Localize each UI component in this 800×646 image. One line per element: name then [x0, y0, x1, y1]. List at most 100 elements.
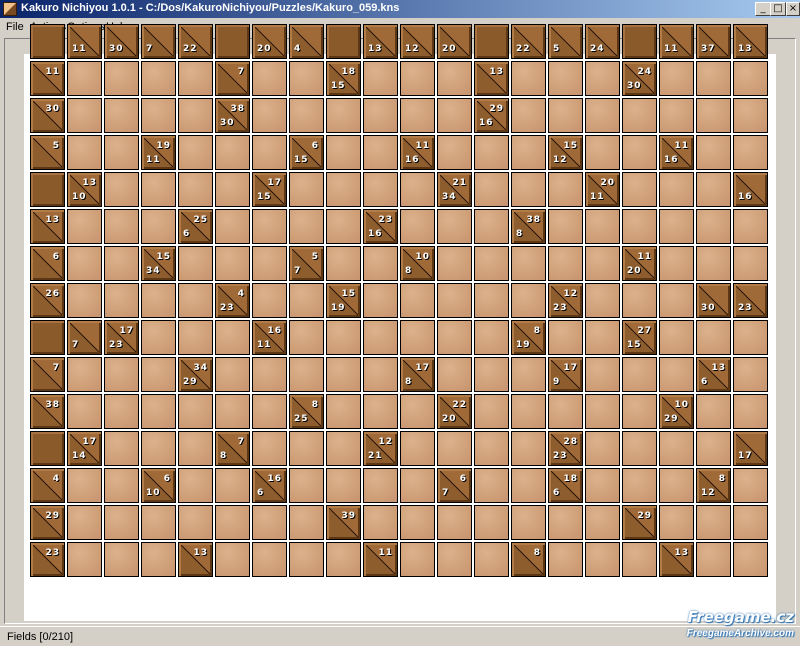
entry-cell[interactable]: [696, 431, 731, 466]
entry-cell[interactable]: [67, 61, 102, 96]
entry-cell[interactable]: [104, 98, 139, 133]
entry-cell[interactable]: [659, 468, 694, 503]
entry-cell[interactable]: [474, 172, 509, 207]
entry-cell[interactable]: [548, 505, 583, 540]
entry-cell[interactable]: [289, 172, 324, 207]
entry-cell[interactable]: [215, 320, 250, 355]
entry-cell[interactable]: [67, 283, 102, 318]
entry-cell[interactable]: [178, 98, 213, 133]
entry-cell[interactable]: [548, 98, 583, 133]
entry-cell[interactable]: [141, 61, 176, 96]
entry-cell[interactable]: [622, 98, 657, 133]
entry-cell[interactable]: [696, 172, 731, 207]
entry-cell[interactable]: [511, 61, 546, 96]
entry-cell[interactable]: [622, 172, 657, 207]
entry-cell[interactable]: [696, 209, 731, 244]
entry-cell[interactable]: [141, 320, 176, 355]
entry-cell[interactable]: [215, 357, 250, 392]
entry-cell[interactable]: [215, 394, 250, 429]
entry-cell[interactable]: [474, 505, 509, 540]
entry-cell[interactable]: [622, 357, 657, 392]
entry-cell[interactable]: [437, 135, 472, 170]
entry-cell[interactable]: [326, 209, 361, 244]
entry-cell[interactable]: [474, 135, 509, 170]
entry-cell[interactable]: [659, 98, 694, 133]
entry-cell[interactable]: [178, 283, 213, 318]
entry-cell[interactable]: [289, 468, 324, 503]
entry-cell[interactable]: [733, 246, 768, 281]
entry-cell[interactable]: [733, 209, 768, 244]
entry-cell[interactable]: [696, 135, 731, 170]
entry-cell[interactable]: [252, 135, 287, 170]
entry-cell[interactable]: [622, 135, 657, 170]
entry-cell[interactable]: [437, 283, 472, 318]
entry-cell[interactable]: [659, 209, 694, 244]
entry-cell[interactable]: [363, 172, 398, 207]
entry-cell[interactable]: [733, 61, 768, 96]
entry-cell[interactable]: [585, 468, 620, 503]
entry-cell[interactable]: [585, 542, 620, 577]
entry-cell[interactable]: [363, 468, 398, 503]
entry-cell[interactable]: [696, 61, 731, 96]
entry-cell[interactable]: [363, 320, 398, 355]
entry-cell[interactable]: [178, 468, 213, 503]
entry-cell[interactable]: [252, 431, 287, 466]
entry-cell[interactable]: [252, 542, 287, 577]
entry-cell[interactable]: [622, 431, 657, 466]
entry-cell[interactable]: [326, 394, 361, 429]
entry-cell[interactable]: [67, 505, 102, 540]
entry-cell[interactable]: [67, 246, 102, 281]
entry-cell[interactable]: [659, 283, 694, 318]
entry-cell[interactable]: [141, 357, 176, 392]
entry-cell[interactable]: [733, 98, 768, 133]
entry-cell[interactable]: [585, 246, 620, 281]
entry-cell[interactable]: [141, 505, 176, 540]
entry-cell[interactable]: [585, 320, 620, 355]
entry-cell[interactable]: [548, 542, 583, 577]
entry-cell[interactable]: [511, 98, 546, 133]
entry-cell[interactable]: [363, 394, 398, 429]
entry-cell[interactable]: [289, 320, 324, 355]
entry-cell[interactable]: [511, 394, 546, 429]
entry-cell[interactable]: [511, 172, 546, 207]
entry-cell[interactable]: [252, 61, 287, 96]
entry-cell[interactable]: [400, 394, 435, 429]
title-bar[interactable]: Kakuro Nichiyou 1.0.1 - C:/Dos/KakuroNic…: [0, 0, 800, 18]
entry-cell[interactable]: [289, 61, 324, 96]
entry-cell[interactable]: [67, 357, 102, 392]
entry-cell[interactable]: [437, 246, 472, 281]
entry-cell[interactable]: [437, 209, 472, 244]
entry-cell[interactable]: [474, 246, 509, 281]
entry-cell[interactable]: [585, 61, 620, 96]
entry-cell[interactable]: [289, 431, 324, 466]
entry-cell[interactable]: [141, 394, 176, 429]
entry-cell[interactable]: [252, 394, 287, 429]
entry-cell[interactable]: [437, 505, 472, 540]
entry-cell[interactable]: [585, 135, 620, 170]
entry-cell[interactable]: [400, 61, 435, 96]
entry-cell[interactable]: [733, 542, 768, 577]
entry-cell[interactable]: [585, 431, 620, 466]
entry-cell[interactable]: [511, 431, 546, 466]
entry-cell[interactable]: [622, 542, 657, 577]
entry-cell[interactable]: [326, 357, 361, 392]
entry-cell[interactable]: [548, 246, 583, 281]
entry-cell[interactable]: [326, 246, 361, 281]
entry-cell[interactable]: [622, 468, 657, 503]
entry-cell[interactable]: [326, 468, 361, 503]
entry-cell[interactable]: [733, 135, 768, 170]
entry-cell[interactable]: [289, 542, 324, 577]
entry-cell[interactable]: [141, 209, 176, 244]
entry-cell[interactable]: [548, 394, 583, 429]
entry-cell[interactable]: [474, 283, 509, 318]
entry-cell[interactable]: [659, 431, 694, 466]
entry-cell[interactable]: [326, 135, 361, 170]
entry-cell[interactable]: [252, 283, 287, 318]
entry-cell[interactable]: [104, 542, 139, 577]
entry-cell[interactable]: [696, 542, 731, 577]
entry-cell[interactable]: [733, 505, 768, 540]
entry-cell[interactable]: [474, 394, 509, 429]
entry-cell[interactable]: [104, 209, 139, 244]
entry-cell[interactable]: [659, 61, 694, 96]
entry-cell[interactable]: [622, 283, 657, 318]
